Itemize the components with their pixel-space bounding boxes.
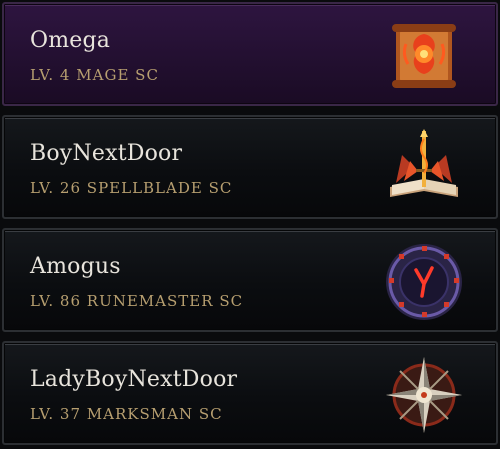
character-level: LV. 26 [30,179,82,197]
character-name: LadyBoyNextDoor [30,367,238,392]
character-class: RUNEMASTER [86,292,214,310]
character-realm: SC [135,66,159,84]
character-name: Omega [30,28,111,53]
spellblade-sword-book-icon [382,127,466,211]
character-subtitle: LV. 37 MARKSMAN SC [30,405,223,423]
mage-scroll-icon [382,14,466,98]
character-name: BoyNextDoor [30,141,183,166]
character-class: MAGE [76,66,130,84]
character-name: Amogus [30,254,121,279]
character-class: MARKSMAN [86,405,194,423]
character-realm: SC [219,292,244,310]
character-subtitle: LV. 4 MAGE SC [30,66,159,84]
character-level: LV. 4 [30,66,71,84]
character-card-boynextdoor[interactable]: BoyNextDoor LV. 26 SPELLBLADE SC [2,115,498,219]
character-list: Omega LV. 4 MAGE SC BoyNextDoor LV. 26 S… [0,0,500,449]
marksman-compass-star-icon [382,353,466,437]
character-class: SPELLBLADE [86,179,203,197]
character-subtitle: LV. 26 SPELLBLADE SC [30,179,232,197]
character-level: LV. 37 [30,405,82,423]
character-card-amogus[interactable]: Amogus LV. 86 RUNEMASTER SC [2,228,498,332]
character-card-ladyboynextdoor[interactable]: LadyBoyNextDoor LV. 37 MARKSMAN SC [2,341,498,445]
character-realm: SC [198,405,223,423]
character-card-omega[interactable]: Omega LV. 4 MAGE SC [2,2,498,106]
character-level: LV. 86 [30,292,82,310]
character-subtitle: LV. 86 RUNEMASTER SC [30,292,243,310]
runemaster-rune-circle-icon [382,240,466,324]
character-realm: SC [208,179,233,197]
